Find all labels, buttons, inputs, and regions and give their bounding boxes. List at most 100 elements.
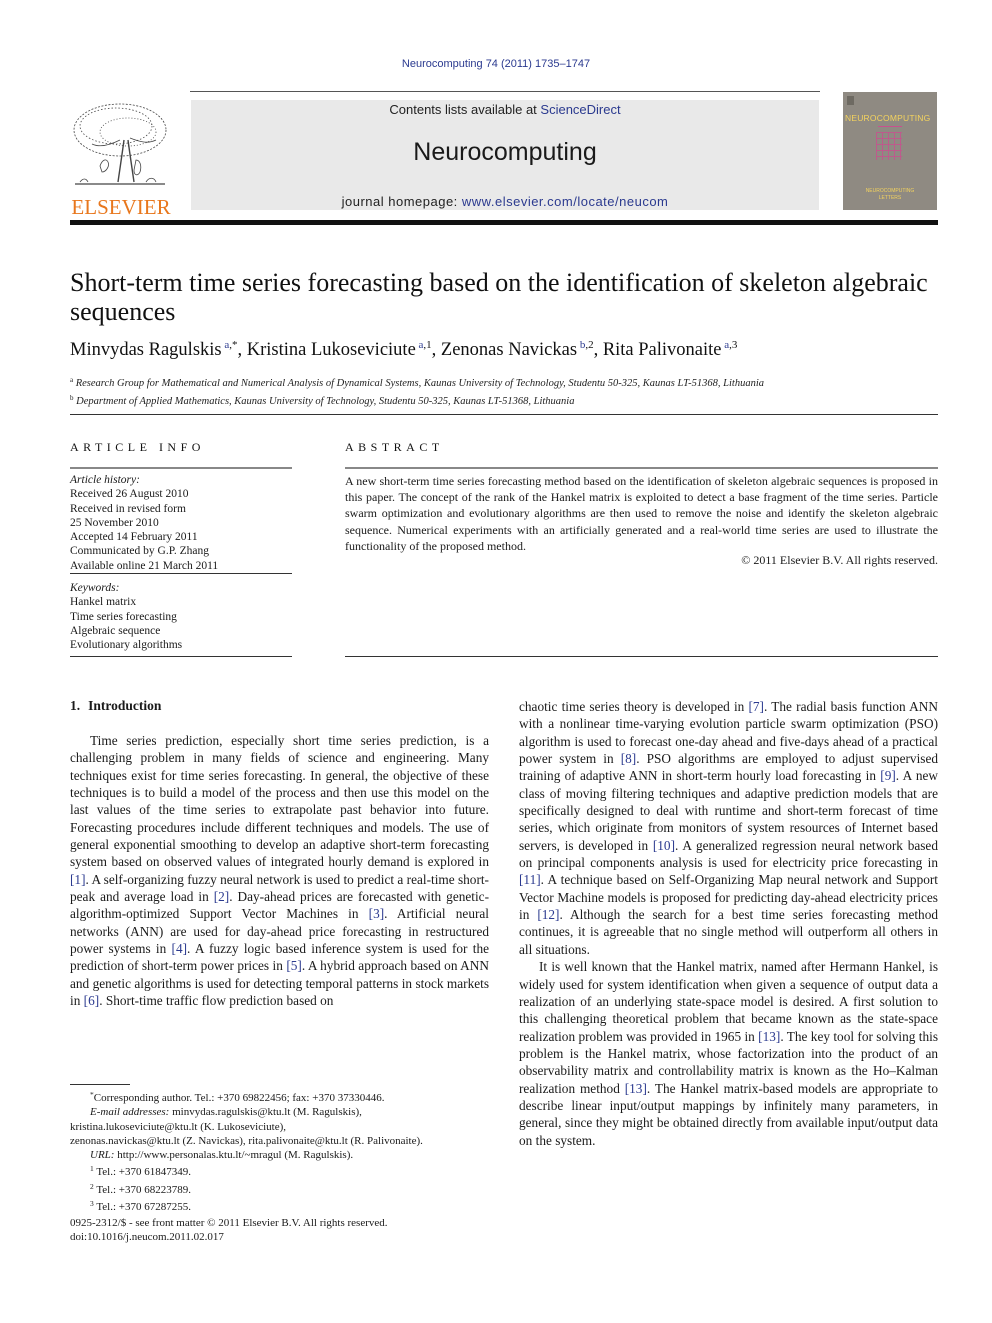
- homepage-prefix: journal homepage:: [341, 194, 462, 209]
- affiliations: a Research Group for Mathematical and Nu…: [70, 373, 950, 409]
- citation-ref-link[interactable]: [6]: [84, 993, 100, 1008]
- footnote-email: E-mail addresses: minvydas.ragulskis@ktu…: [70, 1105, 490, 1119]
- author-name: Zenonas Navickas: [440, 340, 578, 360]
- article-title: Short-term time series forecasting based…: [70, 268, 928, 326]
- abstract-text: A new short-term time series forecasting…: [345, 474, 938, 553]
- article-history: Article history: Received 26 August 2010…: [70, 473, 292, 573]
- body-paragraph: chaotic time series theory is developed …: [519, 699, 939, 957]
- email-link[interactable]: zenonas.navickas@ktu.lt (Z. Navickas), r…: [70, 1134, 490, 1148]
- footnote-rule: [70, 1084, 130, 1085]
- citation-ref-link[interactable]: [12]: [537, 907, 559, 922]
- sciencedirect-link[interactable]: ScienceDirect: [540, 102, 620, 117]
- history-item: Received in revised form: [70, 502, 186, 515]
- body-column-left: Time series prediction, especially short…: [70, 732, 489, 1010]
- citation-ref-link[interactable]: [8]: [621, 751, 637, 766]
- author-mark[interactable]: ,3: [729, 339, 737, 351]
- cover-grid-graphic: [876, 132, 902, 160]
- section-rule: [70, 414, 938, 415]
- journal-cover-thumbnail[interactable]: NEUROCOMPUTING NEUROCOMPUTING LETTERS: [843, 92, 937, 210]
- footnote-text: Tel.: +370 61847349.: [96, 1166, 191, 1179]
- header-thick-rule: [70, 220, 938, 225]
- footnote-text: Tel.: +370 67287255.: [96, 1201, 191, 1214]
- citation-ref-link[interactable]: [11]: [519, 872, 541, 887]
- journal-homepage-link[interactable]: www.elsevier.com/locate/neucom: [462, 194, 668, 209]
- doi-link[interactable]: doi:10.1016/j.neucom.2011.02.017: [70, 1230, 490, 1244]
- url-label: URL:: [90, 1149, 115, 1162]
- affiliation-text: Department of Applied Mathematics, Kauna…: [76, 396, 575, 407]
- history-label: Article history:: [70, 474, 140, 486]
- cover-subtitle-2: LETTERS: [878, 195, 902, 201]
- author-name: Rita Palivonaite: [602, 340, 722, 360]
- affiliation-key: b: [70, 394, 74, 402]
- footnote-text: Corresponding author. Tel.: +370 6982245…: [93, 1092, 385, 1104]
- citation-ref-link[interactable]: [10]: [653, 838, 675, 853]
- article-info-divider: [70, 573, 292, 574]
- cover-emblem-icon: [847, 96, 854, 105]
- citation-ref-link[interactable]: [13]: [625, 1081, 647, 1096]
- body-paragraph: It is well known that the Hankel matrix,…: [519, 959, 938, 1148]
- journal-citation-link[interactable]: Neurocomputing 74 (2011) 1735–1747: [0, 58, 992, 70]
- keyword-item: Algebraic sequence: [70, 624, 161, 637]
- article-info-bottom-rule: [70, 656, 292, 657]
- article-info-rule: [70, 467, 292, 469]
- history-item: Received 26 August 2010: [70, 488, 189, 501]
- cover-subtitle: NEUROCOMPUTING LETTERS: [843, 188, 937, 202]
- history-item: 25 November 2010: [70, 516, 159, 529]
- journal-masthead: Contents lists available at ScienceDirec…: [191, 100, 819, 210]
- citation-ref-link[interactable]: [2]: [214, 889, 230, 904]
- footnote-mark: 3: [90, 1199, 94, 1209]
- email-label: E-mail addresses:: [90, 1106, 170, 1119]
- footnote-corresponding: *Corresponding author. Tel.: +370 698224…: [70, 1088, 490, 1105]
- citation-ref-link[interactable]: [1]: [70, 872, 86, 887]
- citation-ref-link[interactable]: [3]: [369, 906, 385, 921]
- front-matter: 0925-2312/$ - see front matter © 2011 El…: [70, 1216, 490, 1245]
- keywords-label: Keywords:: [70, 582, 120, 594]
- contents-prefix: Contents lists available at: [389, 102, 541, 117]
- author-name: Kristina Lukoseviciute: [246, 340, 416, 360]
- footnote-mark: 2: [90, 1181, 94, 1191]
- citation-ref-link[interactable]: [4]: [172, 941, 188, 956]
- elsevier-tree-icon: [73, 103, 167, 185]
- abstract-bottom-rule: [345, 656, 938, 657]
- body-column-right: chaotic time series theory is developed …: [519, 698, 938, 1149]
- affiliation-item: b Department of Applied Mathematics, Kau…: [70, 391, 950, 409]
- author-mark[interactable]: ,2: [585, 339, 593, 351]
- keyword-item: Hankel matrix: [70, 596, 137, 609]
- abstract-copyright: © 2011 Elsevier B.V. All rights reserved…: [741, 553, 938, 567]
- section-number: 1.: [70, 698, 81, 713]
- keyword-item: Time series forecasting: [70, 610, 177, 623]
- body-paragraph: Time series prediction, especially short…: [70, 733, 490, 1009]
- footnote-url: URL: http://www.personalas.ktu.lt/~mragu…: [70, 1148, 490, 1162]
- keywords: Keywords: Hankel matrix Time series fore…: [70, 581, 292, 652]
- section-heading: 1. Introduction: [70, 698, 161, 714]
- author-name: Minvydas Ragulskis: [70, 340, 222, 360]
- journal-name: Neurocomputing: [413, 138, 597, 166]
- keyword-item: Evolutionary algorithms: [70, 639, 183, 652]
- section-title: Introduction: [88, 698, 162, 713]
- citation-ref-link[interactable]: [9]: [880, 768, 896, 783]
- history-item: Communicated by G.P. Zhang: [70, 545, 209, 558]
- abstract-heading: ABSTRACT: [345, 440, 444, 454]
- elsevier-logo[interactable]: ELSEVIER: [70, 100, 172, 218]
- citation-ref-link[interactable]: [13]: [758, 1029, 780, 1044]
- cover-divider: [878, 126, 902, 127]
- author-mark[interactable]: ,1: [423, 339, 431, 351]
- footnote-tel: 1 Tel.: +370 61847349.: [70, 1162, 490, 1179]
- header-rule: [190, 91, 820, 92]
- citation-ref-link[interactable]: [5]: [286, 958, 302, 973]
- footnote-mark: 1: [90, 1164, 94, 1174]
- url-link[interactable]: http://www.personalas.ktu.lt/~mragul (M.…: [114, 1149, 353, 1161]
- cover-title: NEUROCOMPUTING: [845, 113, 931, 123]
- email-link[interactable]: minvydas.ragulskis@ktu.lt (M. Ragulskis)…: [169, 1106, 362, 1118]
- footnote-tel: 2 Tel.: +370 68223789.: [70, 1180, 490, 1197]
- citation-ref-link[interactable]: [7]: [748, 699, 764, 714]
- footnote-text: Tel.: +370 68223789.: [96, 1183, 191, 1196]
- author-list: Minvydas Ragulskis a,*, Kristina Lukosev…: [70, 339, 738, 360]
- author-mark[interactable]: ,*: [229, 339, 237, 351]
- history-item: Available online 21 March 2011: [70, 559, 219, 572]
- abstract-rule: [345, 467, 938, 469]
- article-info-heading: ARTICLE INFO: [70, 440, 205, 454]
- affiliation-key: a: [70, 376, 74, 384]
- cover-subtitle-1: NEUROCOMPUTING: [865, 188, 915, 194]
- email-link[interactable]: kristina.lukoseviciute@ktu.lt (K. Lukose…: [70, 1120, 490, 1134]
